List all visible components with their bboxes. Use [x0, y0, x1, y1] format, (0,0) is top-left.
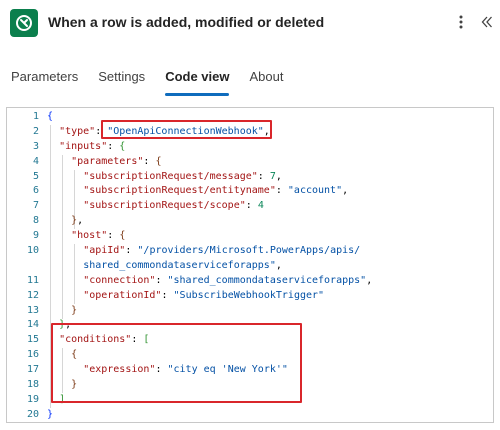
line-number: 14 [26, 319, 39, 331]
code-text: "connection": "shared_commondataservicef… [83, 274, 373, 286]
code-text: } [47, 408, 54, 420]
code-line: 8 }, [7, 214, 493, 229]
code-text: "subscriptionRequest/scope": 4 [83, 200, 264, 212]
code-editor[interactable]: 1{2 "type": "OpenApiConnectionWebhook", 3… [6, 107, 494, 423]
line-number: 6 [32, 185, 39, 197]
double-chevron-left-icon [481, 16, 492, 28]
line-number: 1 [32, 111, 39, 122]
code-text: ] [59, 393, 66, 405]
line-number: 15 [26, 334, 39, 346]
code-line: 13 } [7, 304, 493, 319]
code-line: 15 "conditions": [ [7, 333, 493, 348]
line-number: 8 [32, 215, 39, 227]
tab-code-view[interactable]: Code view [165, 68, 230, 96]
code-line: 2 "type": "OpenApiConnectionWebhook", [7, 125, 493, 140]
line-number: 7 [32, 200, 39, 212]
code-line: 9 "host": { [7, 229, 493, 244]
line-number: 3 [32, 140, 39, 152]
tab-bar: Parameters Settings Code view About [11, 68, 303, 98]
code-line: 3 "inputs": { [7, 140, 493, 155]
code-text: shared_commondataserviceforapps", [83, 259, 282, 271]
code-line: 17 "expression": "city eq 'New York'" [7, 363, 493, 378]
line-number: 20 [26, 408, 39, 420]
line-number: 11 [26, 274, 39, 286]
panel-header: When a row is added, modified or deleted [0, 0, 500, 46]
code-text: { [71, 349, 78, 361]
code-line: 12 "operationId": "SubscribeWebhookTrigg… [7, 289, 493, 304]
code-line: 6 "subscriptionRequest/entityname": "acc… [7, 184, 493, 199]
more-options-button[interactable] [452, 10, 470, 34]
more-vertical-icon [459, 15, 463, 29]
code-lines: 1{2 "type": "OpenApiConnectionWebhook", 3… [7, 110, 493, 422]
code-text: "type": "OpenApiConnectionWebhook", [59, 125, 270, 137]
code-line: 5 "subscriptionRequest/message": 7, [7, 170, 493, 185]
line-number: 13 [26, 304, 39, 316]
code-text: "apiId": "/providers/Microsoft.PowerApps… [83, 245, 361, 257]
code-text: "subscriptionRequest/message": 7, [83, 170, 282, 182]
code-line: 16 { [7, 348, 493, 363]
code-text: "conditions": [ [59, 334, 150, 346]
trigger-title: When a row is added, modified or deleted [48, 14, 325, 30]
code-line: 20} [7, 408, 493, 422]
line-number: 9 [32, 230, 39, 242]
code-text: "expression": "city eq 'New York'" [83, 364, 288, 376]
code-text: "host": { [71, 230, 126, 242]
tab-about[interactable]: About [249, 68, 283, 96]
code-text: { [47, 111, 54, 122]
code-text: }, [59, 319, 72, 331]
line-number: 12 [26, 289, 39, 301]
line-number: 19 [26, 393, 39, 405]
line-number: 17 [26, 364, 39, 376]
code-line: 19 ] [7, 393, 493, 408]
code-line: 10 "apiId": "/providers/Microsoft.PowerA… [7, 244, 493, 259]
line-number: 16 [26, 349, 39, 361]
code-line: 1{ [7, 110, 493, 125]
code-text: } [71, 379, 78, 391]
code-line: 7 "subscriptionRequest/scope": 4 [7, 199, 493, 214]
line-number: 10 [26, 245, 39, 257]
line-number: 18 [26, 379, 39, 391]
line-number: 2 [32, 125, 39, 137]
tab-settings[interactable]: Settings [98, 68, 145, 96]
line-number: 4 [32, 155, 39, 167]
dataverse-icon [10, 9, 38, 37]
code-line: 4 "parameters": { [7, 155, 493, 170]
code-line: 18 } [7, 378, 493, 393]
line-number: 5 [32, 170, 39, 182]
code-line: 14 }, [7, 318, 493, 333]
code-text: "inputs": { [59, 140, 126, 152]
code-line: shared_commondataserviceforapps", [7, 259, 493, 274]
code-text: } [71, 304, 78, 316]
code-text: }, [71, 215, 84, 227]
code-text: "subscriptionRequest/entityname": "accou… [83, 185, 349, 197]
code-text: "parameters": { [71, 155, 162, 167]
code-text: "operationId": "SubscribeWebhookTrigger" [83, 289, 325, 301]
tab-parameters[interactable]: Parameters [11, 68, 78, 96]
code-line: 11 "connection": "shared_commondataservi… [7, 274, 493, 289]
collapse-panel-button[interactable] [478, 10, 496, 34]
